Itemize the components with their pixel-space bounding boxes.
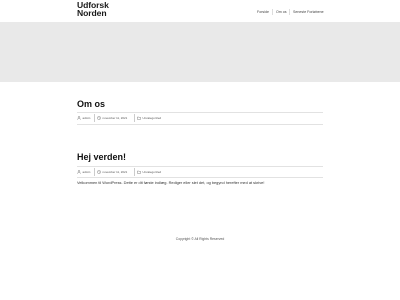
post-category[interactable]: Uncategorized: [137, 114, 161, 122]
folder-icon: [137, 170, 141, 174]
meta-divider: [94, 114, 95, 122]
site-title[interactable]: Udforsk Norden: [77, 1, 122, 18]
meta-divider: [94, 168, 95, 176]
meta-bottom-rule: [77, 177, 323, 178]
post-date[interactable]: november 11, 2021: [97, 168, 127, 176]
site-header: Udforsk Norden Forside Om os Seneste For…: [0, 0, 400, 22]
post-title[interactable]: Om os: [77, 99, 105, 109]
post-author[interactable]: admin: [77, 168, 90, 176]
nav-item-forside[interactable]: Forside: [257, 10, 269, 14]
nav-divider: [272, 9, 273, 15]
post-excerpt: Velkommen til WordPress. Dette er dit fø…: [77, 180, 265, 185]
user-icon: [77, 116, 81, 120]
meta-bottom-rule: [77, 124, 323, 125]
nav-item-seneste[interactable]: Seneste Forløbene: [293, 10, 324, 14]
clock-icon: [97, 116, 101, 120]
meta-divider: [134, 114, 135, 122]
nav-item-om-os[interactable]: Om os: [276, 10, 287, 14]
post-title[interactable]: Hej verden!: [77, 152, 126, 162]
folder-icon: [137, 116, 141, 120]
meta-top-rule: [77, 166, 323, 167]
clock-icon: [97, 170, 101, 174]
nav-divider: [289, 9, 290, 15]
meta-top-rule: [77, 112, 323, 113]
post-category[interactable]: Uncategorized: [137, 168, 161, 176]
user-icon: [77, 170, 81, 174]
post-date[interactable]: november 11, 2021: [97, 114, 127, 122]
footer-copyright: Copyright © All Rights Reserved: [175, 237, 225, 241]
hero-banner: [0, 22, 400, 82]
meta-divider: [134, 168, 135, 176]
post-author[interactable]: admin: [77, 114, 90, 122]
